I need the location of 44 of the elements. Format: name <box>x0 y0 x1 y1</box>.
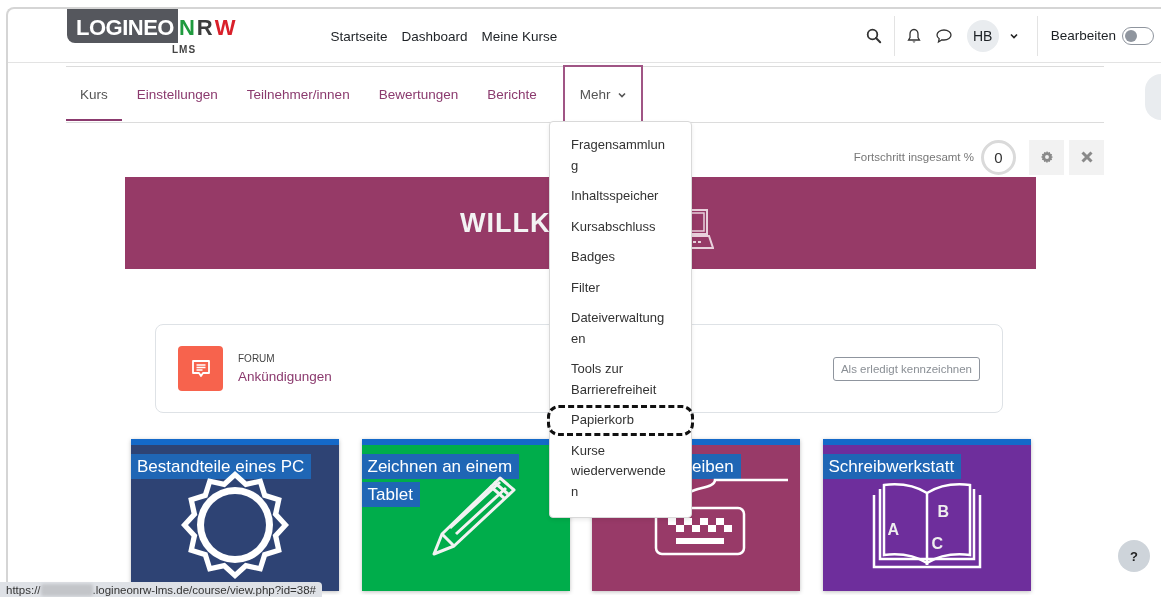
activity-link[interactable]: Ankündigungen <box>238 369 332 384</box>
status-url: https:// <box>6 584 41 596</box>
help-button[interactable]: ? <box>1118 540 1150 572</box>
forum-icon <box>178 346 223 391</box>
menu-item[interactable]: Filter <box>547 272 694 303</box>
tile-title: Schreibwerkstatt <box>822 453 962 481</box>
course-tile[interactable]: Schreibwerkstatt A B C <box>822 439 1031 591</box>
progress-value: 0 <box>981 139 1016 175</box>
edit-mode-label: Bearbeiten <box>1050 28 1116 43</box>
settings-button[interactable] <box>1029 139 1064 175</box>
caret-icon <box>617 91 626 98</box>
search-icon[interactable] <box>865 27 882 44</box>
book-letter: C <box>931 535 944 553</box>
activity-type: FORUM <box>238 353 276 364</box>
edit-mode-toggle[interactable] <box>1122 26 1154 45</box>
book-letter: A <box>887 521 900 539</box>
logo-subtitle: LMS <box>172 43 197 55</box>
course-tab[interactable]: Bewertungen <box>364 67 473 123</box>
redacted-blur <box>40 584 93 596</box>
tile-title: Bestandteile eines PC <box>131 453 312 481</box>
logo-wordmark: LOGINEO NRW <box>67 12 237 43</box>
course-tab[interactable]: Einstellungen <box>122 67 232 123</box>
nav-link[interactable]: Dashboard <box>401 29 468 44</box>
menu-item[interactable]: Dateiverwaltungen <box>547 303 694 354</box>
bell-icon[interactable] <box>905 27 922 44</box>
nav-link[interactable]: Meine Kurse <box>481 29 558 44</box>
course-tile[interactable]: Zeichnen an einem Tablet <box>361 439 570 591</box>
close-button[interactable] <box>1069 139 1104 175</box>
chat-bubble-icon[interactable] <box>934 27 953 44</box>
book-letter: B <box>937 503 950 521</box>
laptop-icon <box>692 209 715 249</box>
course-tab[interactable]: Berichte <box>473 67 551 123</box>
menu-item[interactable]: Papierkorb <box>547 405 694 436</box>
progress-label: Fortschritt insgesamt % <box>853 151 974 163</box>
caret-icon <box>1008 31 1019 40</box>
menu-item[interactable]: Badges <box>547 242 694 273</box>
menu-item[interactable]: Fragensammlung <box>547 130 694 181</box>
course-tab[interactable]: Teilnehmer/innen <box>232 67 364 123</box>
nav-link[interactable]: Startseite <box>330 29 388 44</box>
user-avatar[interactable]: HB <box>966 19 999 52</box>
menu-item[interactable]: Tools zur Barrierefreiheit <box>547 354 694 405</box>
settings-icon <box>1039 150 1054 164</box>
close-icon <box>1079 150 1094 164</box>
course-tab[interactable]: Kurs <box>66 67 122 123</box>
